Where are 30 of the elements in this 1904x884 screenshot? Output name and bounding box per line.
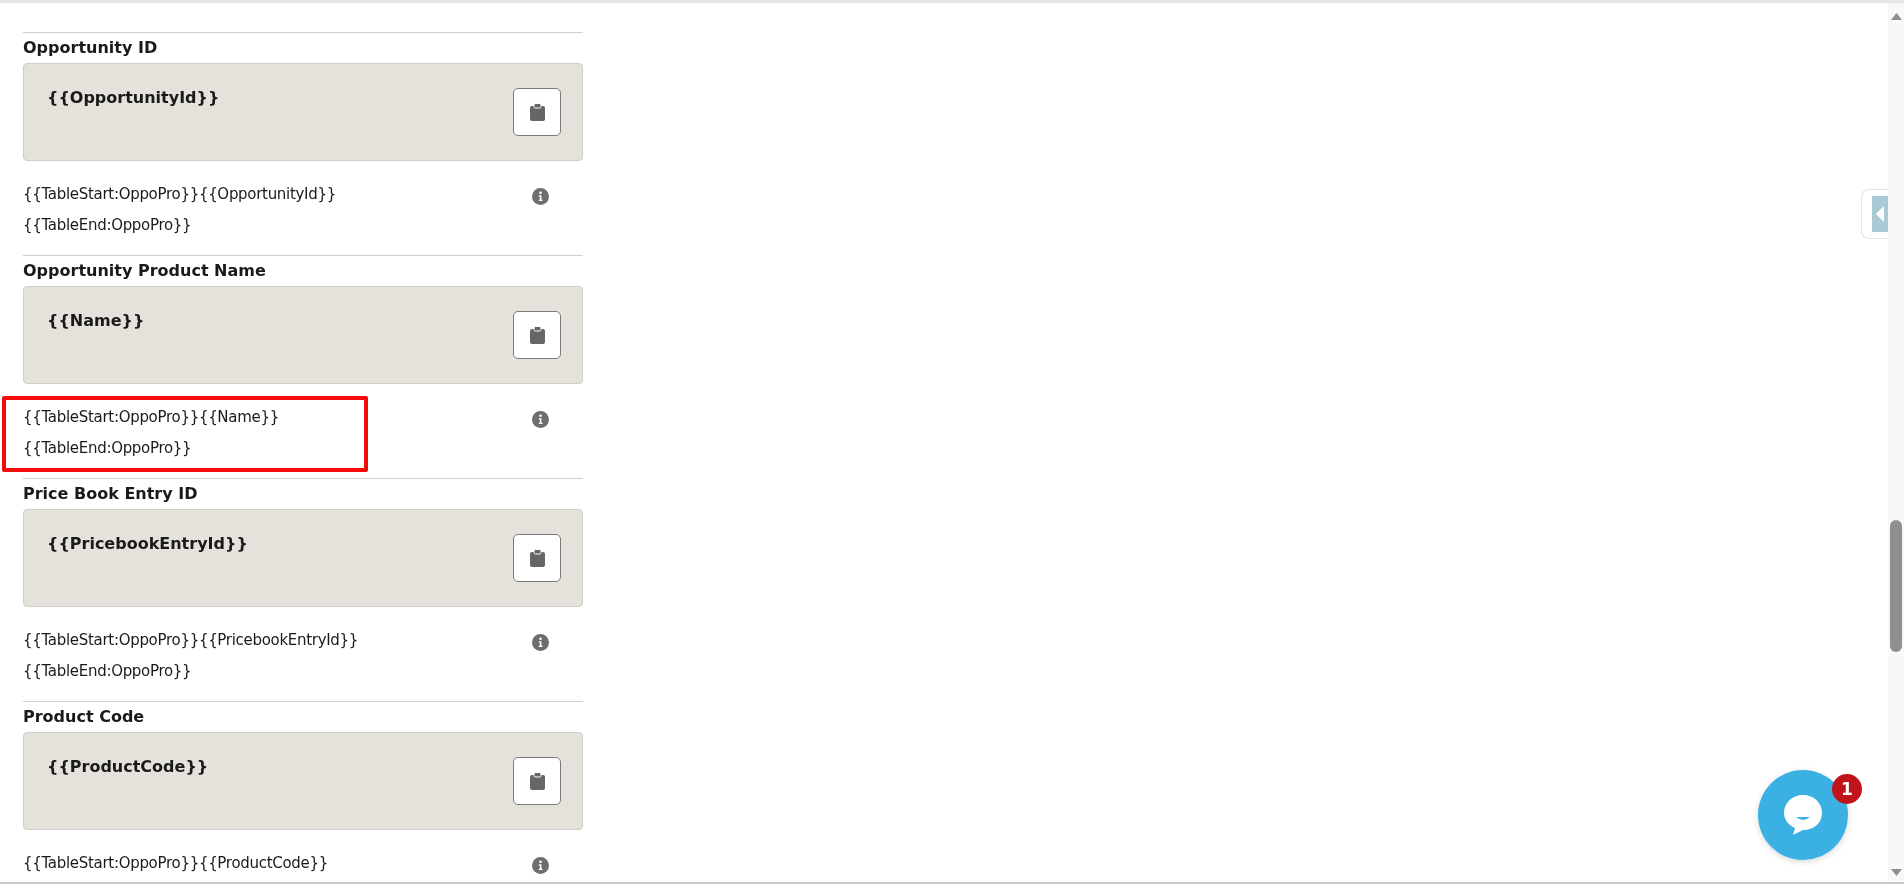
chat-bubble-icon <box>1782 793 1824 837</box>
copy-button[interactable] <box>513 534 561 582</box>
merge-field-token: {{Name}} <box>47 311 145 330</box>
code-text: {{TableStart:OppoPro}}{{ProductCode}} <box>23 853 329 874</box>
copy-button[interactable] <box>513 311 561 359</box>
merge-field-token: {{PricebookEntryId}} <box>47 534 248 553</box>
info-icon[interactable] <box>532 634 549 651</box>
info-icon[interactable] <box>532 857 549 874</box>
info-icon[interactable] <box>532 411 549 428</box>
field-label: Opportunity Product Name <box>23 260 267 281</box>
copy-button[interactable] <box>513 757 561 805</box>
field-label: Product Code <box>23 706 146 727</box>
clipboard-icon <box>529 103 545 121</box>
scrollbar-thumb[interactable] <box>1890 520 1902 652</box>
merge-field-token: {{OpportunityId}} <box>47 88 220 107</box>
code-text: {{TableStart:OppoPro}}{{PricebookEntryId}} {{TableEnd:OppoPro}} <box>23 630 360 682</box>
copy-button[interactable] <box>513 88 561 136</box>
scroll-down-icon <box>1890 869 1902 876</box>
notification-badge: 1 <box>1832 774 1862 804</box>
code-text: {{TableStart:OppoPro}}{{OpportunityId}} {{TableEnd:OppoPro}} <box>23 184 337 236</box>
code-text: {{TableStart:OppoPro}}{{Name}} {{TableEnd:OppoPro}} <box>23 407 280 459</box>
clipboard-icon <box>529 326 545 344</box>
merge-field-token: {{ProductCode}} <box>47 757 209 776</box>
scrollbar[interactable] <box>1888 3 1904 882</box>
clipboard-icon <box>529 772 545 790</box>
clipboard-icon <box>529 549 545 567</box>
field-label: Price Book Entry ID <box>23 483 199 504</box>
info-icon[interactable] <box>532 188 549 205</box>
field-label: Opportunity ID <box>23 37 159 58</box>
scroll-up-icon <box>1890 13 1902 20</box>
